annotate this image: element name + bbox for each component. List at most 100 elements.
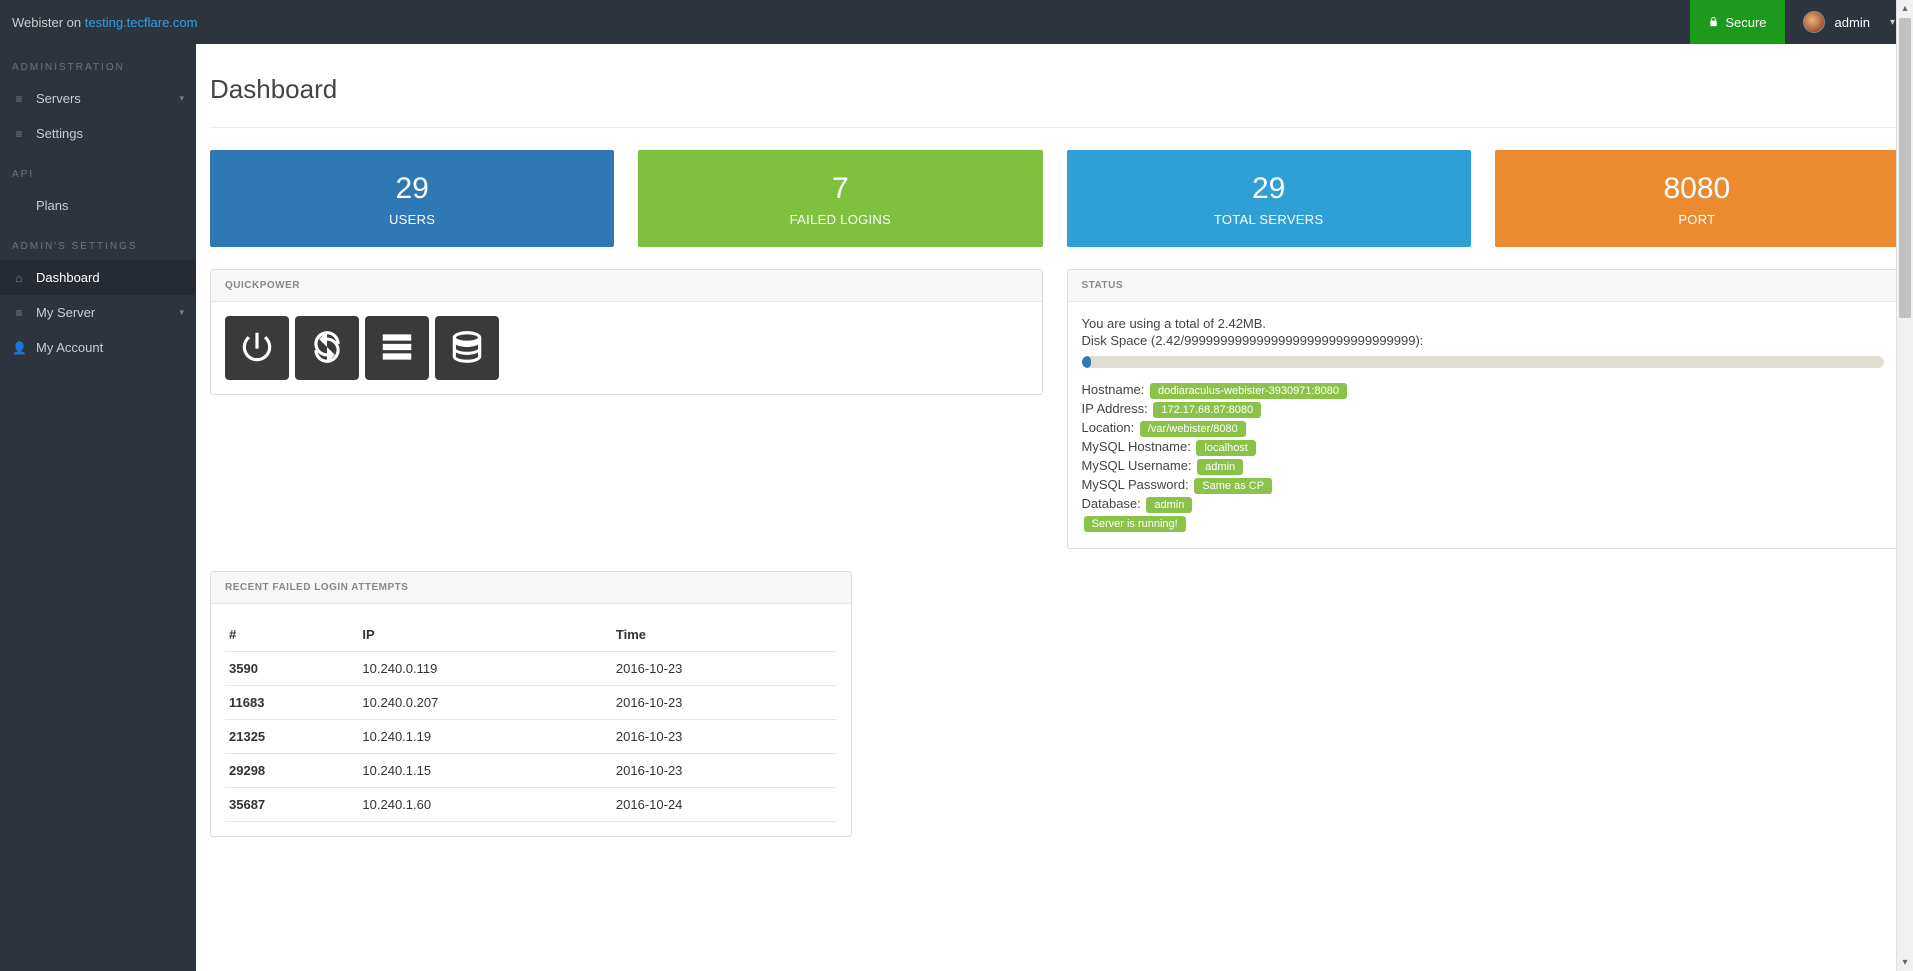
stat-card-total-servers[interactable]: 29TOTAL SERVERS — [1067, 150, 1471, 247]
quickpower-icons — [225, 316, 1028, 380]
status-kv-row: IP Address: 172.17.68.87:8080 — [1082, 401, 1885, 418]
scroll-down-icon[interactable]: ▾ — [1897, 954, 1913, 971]
status-kv-row: MySQL Hostname: localhost — [1082, 439, 1885, 456]
table-row: 3568710.240.1.602016-10-24 — [225, 788, 837, 822]
status-kv-label: IP Address: — [1082, 401, 1152, 416]
sidebar-item-dashboard[interactable]: ⌂ Dashboard — [0, 260, 196, 295]
status-kv-label: MySQL Hostname: — [1082, 439, 1195, 454]
database-button[interactable] — [435, 316, 499, 380]
disk-line: Disk Space (2.42/99999999999999999999999… — [1082, 333, 1885, 348]
server-button[interactable] — [365, 316, 429, 380]
chevron-down-icon: ▾ — [179, 93, 184, 104]
sidebar-item-servers[interactable]: ≡ Servers ▾ — [0, 81, 196, 116]
settings-icon: ≡ — [12, 127, 26, 141]
stat-label: USERS — [210, 212, 614, 227]
row-time: 2016-10-23 — [612, 720, 837, 754]
row-ip: 10.240.0.207 — [358, 686, 612, 720]
sidebar-section-title: API — [0, 151, 196, 188]
dashboard-icon: ⌂ — [12, 271, 26, 285]
stat-card-failed-logins[interactable]: 7 FAILED LOGINS — [638, 150, 1042, 247]
status-kv-value: admin — [1197, 459, 1243, 475]
brand: Webister on testing.tecflare.com — [0, 15, 197, 30]
scroll-up-icon[interactable]: ▴ — [1897, 0, 1913, 17]
table-header: Time — [612, 618, 837, 652]
running-badge: Server is running! — [1084, 516, 1186, 532]
servers-icon: ≡ — [12, 92, 26, 106]
avatar — [1803, 11, 1825, 33]
status-kv-row: Database: admin — [1082, 496, 1885, 513]
row-id: 21325 — [225, 720, 358, 754]
sidebar-item-my-server[interactable]: ≡My Server▾ — [0, 295, 196, 330]
status-kv-value: localhost — [1196, 440, 1255, 456]
stat-card-port[interactable]: 8080 PORT — [1495, 150, 1899, 247]
status-kv-label: Database: — [1082, 496, 1145, 511]
sidebar-item-label: Servers — [36, 91, 81, 106]
table-header: IP — [358, 618, 612, 652]
row-time: 2016-10-23 — [612, 686, 837, 720]
page-title: Dashboard — [210, 44, 1899, 128]
topbar-right: Secure admin ▾ — [1690, 0, 1913, 44]
sidebar-item-settings[interactable]: ≡ Settings — [0, 116, 196, 151]
sidebar: ADMINISTRATION ≡ Servers ▾ ≡ Settings API Plans… — [0, 44, 196, 971]
scrollbar-thumb[interactable] — [1899, 18, 1911, 318]
row-time: 2016-10-23 — [612, 754, 837, 788]
row-id: 11683 — [225, 686, 358, 720]
quickpower-panel: QUICKPOWER — [210, 269, 1043, 395]
status-kv-value: Same as CP — [1194, 478, 1272, 494]
brand-prefix: Webister on — [12, 15, 85, 30]
user-label: admin — [1835, 15, 1870, 30]
disk-progress-fill — [1082, 356, 1092, 368]
sidebar-section-title: ADMINISTRATION — [0, 44, 196, 81]
table-row: 2132510.240.1.192016-10-23 — [225, 720, 837, 754]
table-row: 359010.240.0.1192016-10-23 — [225, 652, 837, 686]
stat-label: PORT — [1495, 212, 1899, 227]
status-kv-value: 172.17.68.87:8080 — [1153, 402, 1261, 418]
status-kv-value: /var/webister/8080 — [1140, 421, 1246, 437]
row-ip: 10.240.0.119 — [358, 652, 612, 686]
stat-value: 29 — [1067, 172, 1471, 206]
row-time: 2016-10-24 — [612, 788, 837, 822]
status-kv-row: Location: /var/webister/8080 — [1082, 420, 1885, 437]
restart-button[interactable] — [295, 316, 359, 380]
status-kv-label: Location: — [1082, 420, 1138, 435]
lock-icon — [1708, 15, 1719, 30]
status-kv-value: admin — [1146, 497, 1192, 513]
sidebar-item-label: Settings — [36, 126, 83, 141]
sidebar-item-plans[interactable]: Plans — [0, 188, 196, 223]
stat-value: 29 — [210, 172, 614, 206]
user-menu[interactable]: admin ▾ — [1785, 0, 1913, 44]
power-button[interactable] — [225, 316, 289, 380]
stat-value: 8080 — [1495, 172, 1899, 206]
stat-value: 7 — [638, 172, 1042, 206]
chevron-down-icon: ▾ — [179, 307, 184, 318]
chevron-down-icon: ▾ — [1890, 17, 1895, 28]
sidebar-section-title: ADMIN'S SETTINGS — [0, 223, 196, 260]
row-ip: 10.240.1.19 — [358, 720, 612, 754]
main-content: Dashboard 29 USERS 7 FAILED LOGINS 29TOTAL S… — [196, 44, 1913, 971]
table-header: # — [225, 618, 358, 652]
status-title: STATUS — [1068, 270, 1899, 302]
secure-label: Secure — [1725, 15, 1766, 30]
stat-row: 29USERS7FAILED LOGINS29TOTAL SERVERS8080… — [210, 150, 1899, 247]
status-kv-value: dodiaraculus-webister-3930971:8080 — [1150, 383, 1347, 399]
vertical-scrollbar[interactable]: ▴ ▾ — [1896, 0, 1913, 971]
stat-label: FAILED LOGINS — [638, 212, 1042, 227]
row-id: 29298 — [225, 754, 358, 788]
sidebar-item-label: My Server — [36, 305, 95, 320]
sidebar-item-label: Plans — [36, 198, 69, 213]
status-panel: STATUS You are using a total of 2.42MB. … — [1067, 269, 1900, 549]
sidebar-item-label: My Account — [36, 340, 103, 355]
brand-link[interactable]: testing.tecflare.com — [85, 15, 198, 30]
sidebar-item-label: Dashboard — [36, 270, 100, 285]
table-row: 2929810.240.1.152016-10-23 — [225, 754, 837, 788]
failed-logins-title: RECENT FAILED LOGIN ATTEMPTS — [211, 572, 851, 604]
stat-card-users[interactable]: 29 USERS — [210, 150, 614, 247]
row-ip: 10.240.1.15 — [358, 754, 612, 788]
row-ip: 10.240.1.60 — [358, 788, 612, 822]
topbar: Webister on testing.tecflare.com Secure … — [0, 0, 1913, 44]
power-icon — [238, 328, 276, 369]
quickpower-title: QUICKPOWER — [211, 270, 1042, 302]
secure-button[interactable]: Secure — [1690, 0, 1784, 44]
row-id: 35687 — [225, 788, 358, 822]
sidebar-item-my-account[interactable]: 👤My Account — [0, 330, 196, 365]
